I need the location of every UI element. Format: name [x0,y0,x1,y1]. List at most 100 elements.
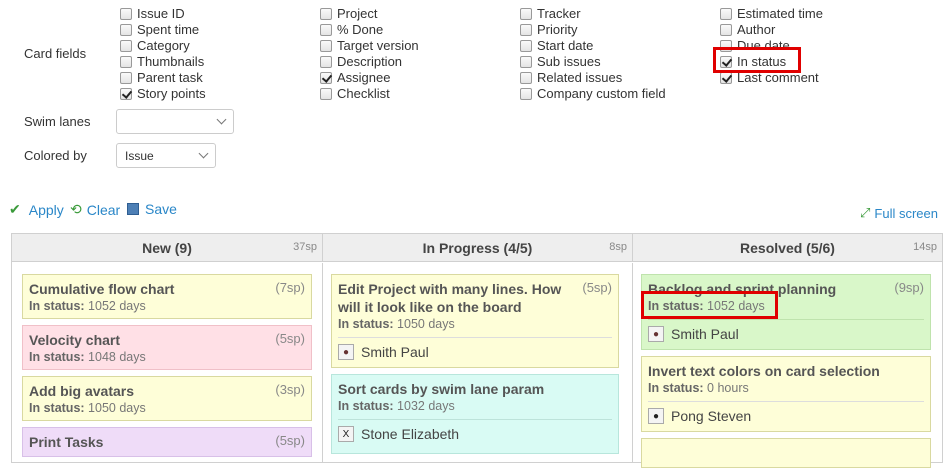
field-tracker[interactable]: Tracker [520,6,581,21]
card-title[interactable]: Print Tasks [29,433,305,451]
colored-by-label: Colored by [24,148,87,163]
issue-card[interactable]: Cumulative flow chart (7sp) In status: 1… [22,274,312,319]
checkbox[interactable] [520,87,532,100]
card-story-points: (5sp) [275,433,305,448]
issue-card[interactable]: Edit Project with many lines. How will i… [331,274,619,368]
checkbox-checked[interactable] [720,71,732,84]
agile-board: New (9) 37sp In Progress (4/5) 8sp Resol… [11,233,943,468]
field-start-date[interactable]: Start date [520,38,593,53]
field-in-status[interactable]: In status [720,54,786,69]
column-story-points: 14sp [913,241,937,253]
field-percent-done[interactable]: % Done [320,22,383,37]
card-title[interactable]: Invert text colors on card selection [648,362,924,380]
checkbox[interactable] [320,39,332,52]
field-last-comment[interactable]: Last comment [720,70,819,85]
checkbox[interactable] [120,23,132,36]
checkbox-checked[interactable] [720,55,732,68]
checkbox[interactable] [320,55,332,68]
card-story-points: (5sp) [582,280,612,295]
field-sub-issues[interactable]: Sub issues [520,54,601,69]
checkbox[interactable] [520,23,532,36]
field-project[interactable]: Project [320,6,377,21]
save-button[interactable]: Save [127,201,177,217]
checkbox[interactable] [120,7,132,20]
card-assignee[interactable]: ● Pong Steven [648,401,924,424]
card-in-status: In status: 1052 days [29,299,146,313]
colored-by-select[interactable]: Issue [116,143,216,168]
issue-card[interactable] [641,438,931,468]
card-in-status: In status: 1050 days [29,401,146,415]
checkbox[interactable] [320,87,332,100]
card-in-status: In status: 1052 days [648,299,765,313]
checkbox[interactable] [520,71,532,84]
card-assignee[interactable]: ● Smith Paul [338,337,612,360]
card-story-points: (5sp) [275,331,305,346]
card-title[interactable]: Edit Project with many lines. How will i… [338,280,612,316]
card-assignee[interactable]: X Stone Elizabeth [338,419,612,442]
field-priority[interactable]: Priority [520,22,577,37]
issue-card[interactable]: Velocity chart (5sp) In status: 1048 day… [22,325,312,370]
issue-card[interactable]: Add big avatars (3sp) In status: 1050 da… [22,376,312,421]
checkbox[interactable] [520,7,532,20]
reload-icon: ⟲ [70,201,82,217]
avatar: X [338,426,354,442]
field-assignee[interactable]: Assignee [320,70,390,85]
checkbox[interactable] [320,23,332,36]
apply-button[interactable]: ✔ Apply [9,201,64,218]
checkbox[interactable] [320,7,332,20]
field-spent-time[interactable]: Spent time [120,22,199,37]
checkbox[interactable] [720,7,732,20]
field-due-date[interactable]: Due date [720,38,790,53]
card-title[interactable]: Velocity chart [29,331,305,349]
field-related-issues[interactable]: Related issues [520,70,622,85]
card-fields-label: Card fields [24,46,87,61]
checkbox-checked[interactable] [320,71,332,84]
checkbox[interactable] [720,23,732,36]
field-author[interactable]: Author [720,22,775,37]
issue-card[interactable]: Backlog and sprint planning (9sp) In sta… [641,274,931,350]
field-story-points[interactable]: Story points [120,86,206,101]
avatar: ● [648,408,664,424]
field-target-version[interactable]: Target version [320,38,419,53]
checkbox[interactable] [120,55,132,68]
card-title[interactable]: Sort cards by swim lane param [338,380,612,398]
chevron-down-icon [216,114,227,125]
field-description[interactable]: Description [320,54,402,69]
field-issue-id[interactable]: Issue ID [120,6,185,21]
card-title[interactable]: Cumulative flow chart [29,280,305,298]
field-estimated-time[interactable]: Estimated time [720,6,823,21]
card-in-status: In status: 1048 days [29,350,146,364]
card-story-points: (3sp) [275,382,305,397]
card-in-status: In status: 1050 days [338,317,455,331]
column-header-in-progress: In Progress (4/5) 8sp [323,234,633,262]
card-in-status: In status: 1032 days [338,399,455,413]
issue-card[interactable]: Print Tasks (5sp) [22,427,312,457]
chevron-down-icon [198,148,209,159]
checkbox-checked[interactable] [120,87,132,100]
card-title[interactable]: Add big avatars [29,382,305,400]
column-header-new: New (9) 37sp [12,234,323,262]
avatar: ● [338,344,354,360]
card-title[interactable]: Backlog and sprint planning [648,280,924,298]
issue-card[interactable]: Invert text colors on card selection In … [641,356,931,432]
field-checklist[interactable]: Checklist [320,86,390,101]
card-story-points: (7sp) [275,280,305,295]
checkbox[interactable] [720,39,732,52]
swim-lanes-label: Swim lanes [24,114,91,129]
clear-button[interactable]: ⟲ Clear [70,201,120,218]
full-screen-button[interactable]: ⤢ Full screen [860,205,938,221]
field-company-custom-field[interactable]: Company custom field [520,86,666,101]
column-story-points: 8sp [609,241,627,253]
swim-lanes-select[interactable] [116,109,234,134]
field-thumbnails[interactable]: Thumbnails [120,54,204,69]
fullscreen-icon: ⤢ [860,205,871,220]
checkbox[interactable] [520,39,532,52]
card-assignee[interactable]: ● Smith Paul [648,319,924,342]
card-in-status: In status: 0 hours [648,381,749,395]
issue-card[interactable]: Sort cards by swim lane param In status:… [331,374,619,454]
checkbox[interactable] [120,39,132,52]
checkbox[interactable] [520,55,532,68]
checkbox[interactable] [120,71,132,84]
field-category[interactable]: Category [120,38,190,53]
field-parent-task[interactable]: Parent task [120,70,203,85]
